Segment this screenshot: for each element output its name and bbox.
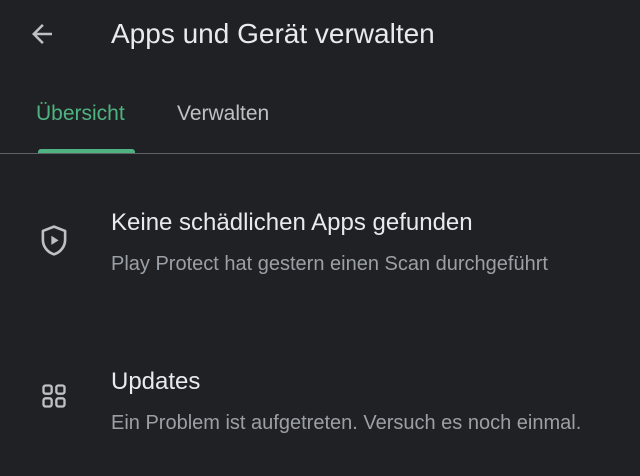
updates-subtitle: Ein Problem ist aufgetreten. Versuch es … <box>111 412 582 434</box>
arrow-back-icon <box>32 24 52 44</box>
play-protect-item[interactable]: Keine schädlichen Apps gefunden Play Pro… <box>0 205 640 315</box>
tab-overview[interactable]: Übersicht <box>36 98 125 130</box>
shield-icon <box>36 223 72 259</box>
tab-manage[interactable]: Verwalten <box>177 98 269 130</box>
play-protect-subtitle: Play Protect hat gestern einen Scan durc… <box>111 253 548 275</box>
updates-title: Updates <box>111 368 201 395</box>
back-button[interactable] <box>22 14 62 54</box>
play-protect-title: Keine schädlichen Apps gefunden <box>111 209 473 236</box>
page-title: Apps und Gerät verwalten <box>111 18 435 49</box>
apps-grid-icon <box>36 378 72 414</box>
tabs-divider <box>0 153 640 154</box>
app-bar: Apps und Gerät verwalten <box>0 0 640 70</box>
updates-item[interactable]: Updates Ein Problem ist aufgetreten. Ver… <box>0 364 640 476</box>
tab-bar: Übersicht Verwalten <box>0 90 640 154</box>
